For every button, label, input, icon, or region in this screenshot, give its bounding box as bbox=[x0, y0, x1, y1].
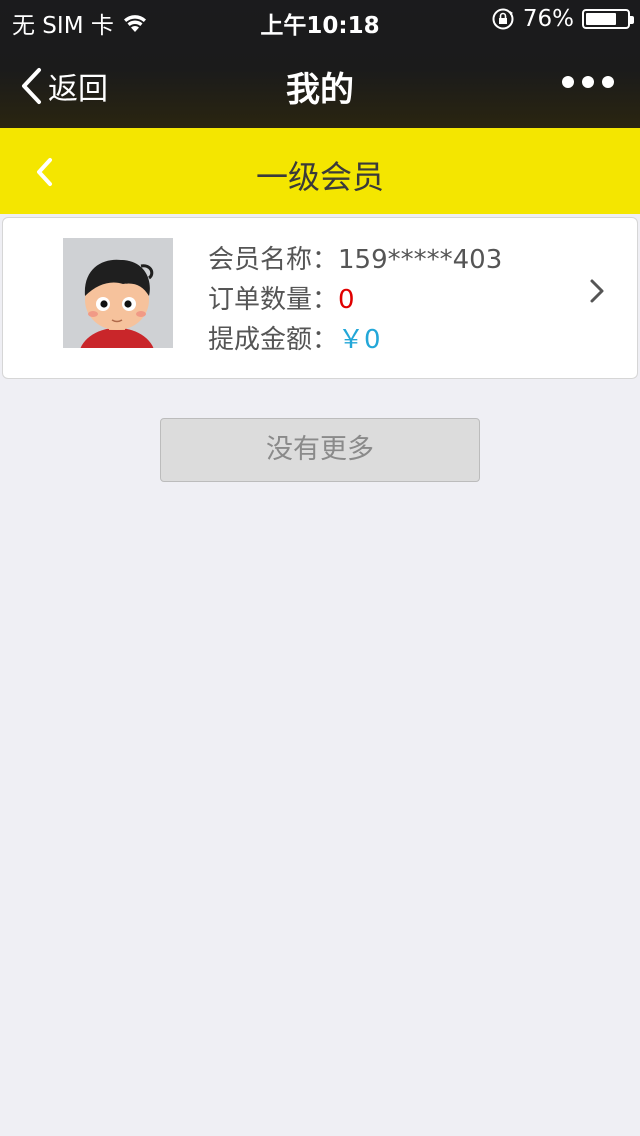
member-name-row: 会员名称：159*****403 bbox=[208, 240, 502, 280]
more-button[interactable] bbox=[562, 76, 614, 88]
battery-icon bbox=[582, 9, 634, 29]
order-count-label: 订单数量： bbox=[208, 285, 339, 315]
chevron-right-icon bbox=[590, 279, 604, 303]
more-dots-icon bbox=[562, 76, 574, 88]
more-dots-icon bbox=[602, 76, 614, 88]
commission-label: 提成金额： bbox=[208, 325, 339, 355]
avatar bbox=[63, 238, 173, 348]
member-name-label: 会员名称： bbox=[208, 245, 339, 275]
avatar-image bbox=[63, 238, 173, 348]
commission-value: ￥0 bbox=[338, 325, 381, 355]
battery-fill bbox=[586, 13, 617, 25]
battery-percent: 76% bbox=[522, 6, 574, 32]
status-bar: 无 SIM 卡 上午10:18 76% bbox=[0, 0, 640, 40]
top-bar: 无 SIM 卡 上午10:18 76% 返回 我的 bbox=[0, 0, 640, 128]
order-count-row: 订单数量：0 bbox=[208, 280, 502, 320]
commission-row: 提成金额：￥0 bbox=[208, 320, 502, 360]
member-name-value: 159*****403 bbox=[338, 245, 503, 275]
rotation-lock-icon bbox=[492, 8, 514, 30]
nav-bar: 返回 我的 bbox=[0, 40, 640, 128]
no-more-button[interactable]: 没有更多 bbox=[160, 418, 480, 482]
order-count-value: 0 bbox=[338, 285, 355, 315]
screen: 无 SIM 卡 上午10:18 76% 返回 我的 一级会员 会员名称：159*… bbox=[0, 0, 640, 1136]
member-card[interactable]: 会员名称：159*****403 订单数量：0 提成金额：￥0 bbox=[2, 217, 638, 379]
more-dots-icon bbox=[582, 76, 594, 88]
page-title: 一级会员 bbox=[255, 158, 384, 196]
status-right: 76% bbox=[491, 6, 634, 32]
page-header: 一级会员 bbox=[0, 128, 640, 214]
member-info: 会员名称：159*****403 订单数量：0 提成金额：￥0 bbox=[208, 240, 502, 360]
nav-title: 我的 bbox=[286, 70, 354, 110]
